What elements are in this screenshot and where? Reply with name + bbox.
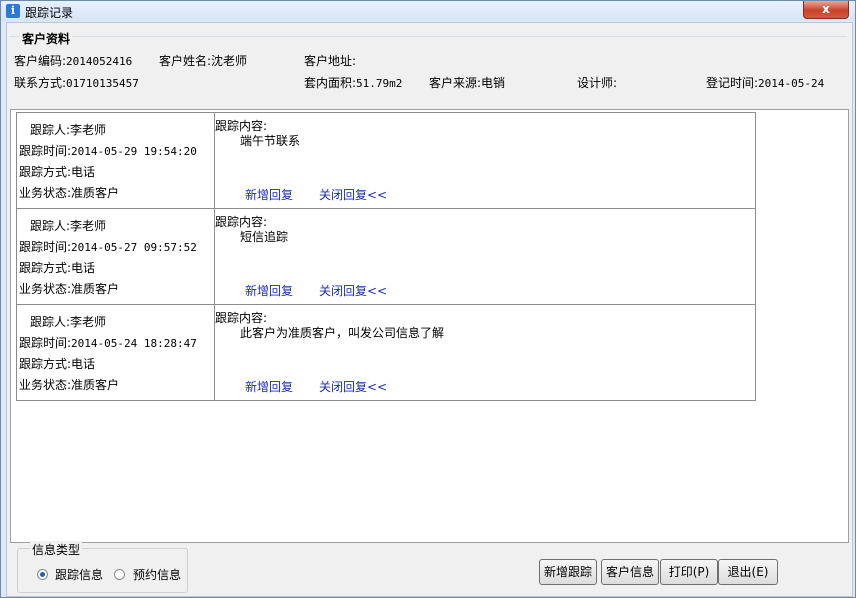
app-icon: i	[6, 4, 20, 18]
customer-info-group: 客户资料 客户编码:2014052416 客户姓名:沈老师 客户地址: 联系方式…	[9, 30, 849, 112]
record-time: 跟踪时间:2014-05-27 09:57:52	[19, 240, 197, 254]
record-method: 跟踪方式:电话	[19, 261, 96, 275]
customer-address: 客户地址:	[304, 54, 357, 68]
client-area: 客户资料 客户编码:2014052416 客户姓名:沈老师 客户地址: 联系方式…	[6, 22, 853, 597]
customer-contact: 联系方式:01710135457	[14, 76, 139, 90]
tracking-list[interactable]: 跟踪人:李老师 跟踪时间:2014-05-29 19:54:20 跟踪方式:电话…	[10, 109, 849, 543]
tracking-record: 跟踪人:李老师 跟踪时间:2014-05-24 18:28:47 跟踪方式:电话…	[17, 305, 755, 400]
record-person: 跟踪人:李老师	[30, 219, 107, 233]
record-content: 此客户为准质客户，叫发公司信息了解	[240, 326, 445, 340]
customer-name: 客户姓名:沈老师	[159, 54, 248, 68]
customer-area: 套内面积:51.79m2	[304, 76, 403, 90]
tracking-record-window: i 跟踪记录 x 客户资料 客户编码:2014052416 客户姓名:沈老师 客…	[0, 0, 856, 598]
customer-info-title: 客户资料	[20, 30, 73, 47]
record-status: 业务状态:准质客户	[19, 282, 120, 296]
title-bar[interactable]: i 跟踪记录 x	[1, 1, 855, 21]
record-method: 跟踪方式:电话	[19, 165, 96, 179]
close-button[interactable]: x	[803, 1, 849, 19]
close-reply-link[interactable]: 关闭回复<<	[319, 282, 387, 299]
record-person: 跟踪人:李老师	[30, 123, 107, 137]
record-status: 业务状态:准质客户	[19, 378, 120, 392]
tracking-record: 跟踪人:李老师 跟踪时间:2014-05-29 19:54:20 跟踪方式:电话…	[17, 113, 755, 209]
record-content: 端午节联系	[240, 134, 301, 148]
customer-source: 客户来源:电销	[429, 76, 506, 90]
info-type-legend: 信息类型	[30, 541, 83, 558]
tracking-info-radio[interactable]	[37, 569, 48, 580]
print-button[interactable]: 打印(P)	[660, 559, 718, 585]
customer-info-button[interactable]: 客户信息	[601, 559, 659, 585]
add-reply-link[interactable]: 新增回复	[245, 378, 293, 395]
window-title: 跟踪记录	[25, 6, 74, 20]
tracking-records-table: 跟踪人:李老师 跟踪时间:2014-05-29 19:54:20 跟踪方式:电话…	[16, 112, 756, 401]
info-type-group: 信息类型 跟踪信息 预约信息	[17, 541, 188, 593]
appointment-info-label[interactable]: 预约信息	[133, 566, 181, 583]
close-reply-link[interactable]: 关闭回复<<	[319, 186, 387, 203]
record-time: 跟踪时间:2014-05-24 18:28:47	[19, 336, 197, 350]
record-person: 跟踪人:李老师	[30, 315, 107, 329]
add-reply-link[interactable]: 新增回复	[245, 282, 293, 299]
record-method: 跟踪方式:电话	[19, 357, 96, 371]
record-content: 短信追踪	[240, 230, 289, 244]
tracking-record: 跟踪人:李老师 跟踪时间:2014-05-27 09:57:52 跟踪方式:电话…	[17, 209, 755, 305]
tracking-info-label[interactable]: 跟踪信息	[55, 566, 103, 583]
customer-code: 客户编码:2014052416	[14, 54, 133, 68]
exit-button[interactable]: 退出(E)	[718, 559, 778, 585]
customer-regdate: 登记时间:2014-05-24	[706, 76, 825, 90]
add-tracking-button[interactable]: 新增跟踪	[539, 559, 597, 585]
record-time: 跟踪时间:2014-05-29 19:54:20	[19, 144, 197, 158]
close-reply-link[interactable]: 关闭回复<<	[319, 378, 387, 395]
record-status: 业务状态:准质客户	[19, 186, 120, 200]
appointment-info-radio[interactable]	[114, 569, 125, 580]
add-reply-link[interactable]: 新增回复	[245, 186, 293, 203]
customer-designer: 设计师:	[577, 76, 618, 90]
